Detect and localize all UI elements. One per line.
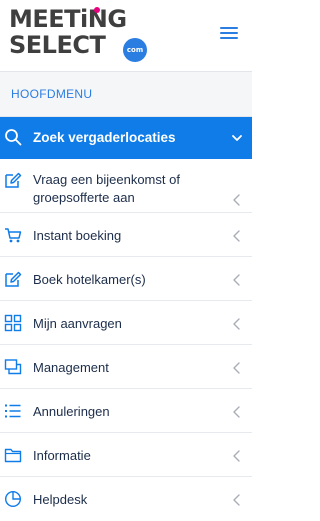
hamburger-bar [220, 32, 238, 34]
menu-item-helpdesk[interactable]: Helpdesk [0, 478, 252, 521]
menu-item-label: Zoek vergaderlocaties [33, 130, 176, 145]
menu-item-label: Vraag een bijeenkomst of groepsofferte a… [33, 172, 180, 205]
menu-item-label: Informatie [33, 448, 91, 463]
menu-item-mijn-aanvragen[interactable]: Mijn aanvragen [0, 302, 252, 345]
pie-chart-icon [4, 490, 22, 508]
chevron-left-icon[interactable] [231, 450, 243, 462]
menu-item-label: Instant boeking [33, 228, 122, 243]
chevron-down-icon[interactable] [231, 132, 243, 144]
logo-line-2: SELECT [9, 31, 106, 59]
menu-item-label: Annuleringen [33, 404, 110, 419]
menu-item-boek-hotelkamers[interactable]: Boek hotelkamer(s) [0, 258, 252, 301]
chevron-left-icon[interactable] [231, 362, 243, 374]
menu-item-instant-boeking[interactable]: Instant boeking [0, 214, 252, 257]
menu-item-label: Boek hotelkamer(s) [33, 272, 146, 287]
menu-item-management[interactable]: Management [0, 346, 252, 389]
cart-icon [5, 228, 22, 243]
logo-dot [94, 7, 100, 13]
hamburger-bar [220, 27, 238, 29]
app-header: MEETiNG SELECT com [0, 0, 252, 70]
edit-icon [5, 172, 22, 188]
folder-icon [4, 448, 22, 463]
menu-item-groepsofferte[interactable]: Vraag een bijeenkomst of groepsofferte a… [0, 161, 252, 213]
logo-badge: com [123, 38, 147, 62]
chevron-left-icon[interactable] [231, 230, 243, 242]
menu-item-label: Helpdesk [33, 492, 88, 507]
chevron-left-icon[interactable] [231, 194, 243, 206]
list-icon [5, 404, 21, 418]
grid-icon [4, 314, 22, 332]
menu-item-label: Mijn aanvragen [33, 316, 122, 331]
hamburger-bar [220, 37, 238, 39]
chevron-left-icon[interactable] [231, 318, 243, 330]
main-menu-heading-label: HOOFDMENU [11, 87, 93, 101]
logo-line-1: MEETiNG [9, 5, 127, 33]
edit-icon [5, 271, 22, 287]
meetingselect-logo[interactable]: MEETiNG SELECT com [9, 6, 149, 62]
menu-item-zoek-vergaderlocaties[interactable]: Zoek vergaderlocaties [0, 117, 252, 159]
windows-icon [4, 359, 22, 375]
chevron-left-icon[interactable] [231, 406, 243, 418]
chevron-left-icon[interactable] [231, 494, 243, 506]
search-icon [5, 129, 22, 146]
menu-item-annuleringen[interactable]: Annuleringen [0, 390, 252, 433]
hamburger-menu-icon[interactable] [220, 25, 240, 41]
chevron-left-icon[interactable] [231, 274, 243, 286]
main-menu-heading: HOOFDMENU [0, 71, 252, 117]
menu-item-label: Management [33, 360, 109, 375]
menu-item-informatie[interactable]: Informatie [0, 434, 252, 477]
